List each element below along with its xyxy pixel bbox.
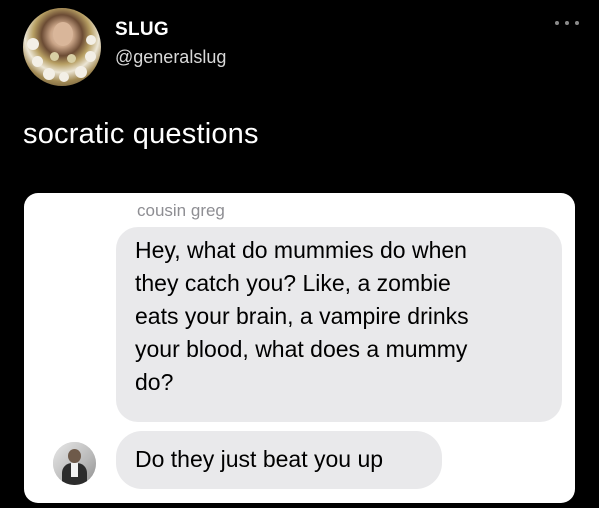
message-line: eats your brain, a vampire drinks <box>135 303 469 329</box>
more-dot <box>565 21 569 25</box>
tweet-text: socratic questions <box>23 118 259 150</box>
tweet-screenshot: SLUG @generalslug socratic questions cou… <box>0 0 599 508</box>
more-dot <box>575 21 579 25</box>
message-bubble: Do they just beat you up <box>116 431 442 489</box>
contact-avatar <box>53 442 96 485</box>
message-line: Hey, what do mummies do when <box>135 237 467 263</box>
message-line: do? <box>135 369 174 395</box>
display-name[interactable]: SLUG <box>115 19 169 41</box>
more-horizontal-icon[interactable] <box>552 14 582 32</box>
message-bubble: Hey, what do mummies do when they catch … <box>116 227 562 422</box>
message-line: your blood, what does a mummy <box>135 336 468 362</box>
user-handle[interactable]: @generalslug <box>115 47 226 68</box>
message-line: Do they just beat you up <box>135 446 384 472</box>
message-line: they catch you? Like, a zombie <box>135 270 451 296</box>
more-dot <box>555 21 559 25</box>
profile-avatar[interactable] <box>23 8 101 86</box>
sender-name: cousin greg <box>137 201 225 220</box>
message-screenshot-card[interactable]: cousin greg Hey, what do mummies do when… <box>24 193 575 503</box>
